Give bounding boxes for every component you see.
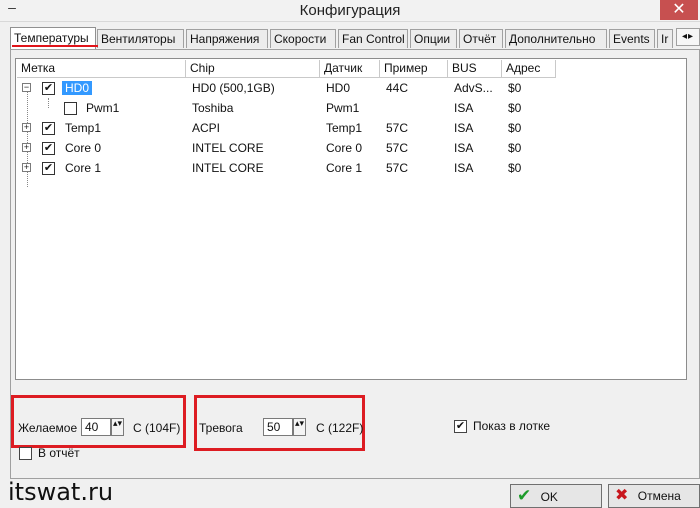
desired-unit: C (104F): [133, 421, 181, 435]
tab-strip: Температуры Вентиляторы Напряжения Скоро…: [10, 27, 700, 49]
tab-events[interactable]: Events: [609, 29, 655, 48]
row-checkbox[interactable]: [64, 102, 77, 115]
row-sensor: Core 1: [326, 161, 363, 175]
tab-options[interactable]: Опции: [410, 29, 457, 48]
row-chip: Toshiba: [192, 101, 234, 115]
row-bus: ISA: [454, 121, 474, 135]
column-header-chip[interactable]: Chip: [186, 60, 320, 78]
tree-connector-line: [48, 98, 49, 108]
row-bus: ISA: [454, 161, 474, 175]
alarm-unit: C (122F): [316, 421, 364, 435]
close-window-icon[interactable]: ✕: [660, 0, 698, 20]
tab-advanced[interactable]: Дополнительно: [505, 29, 607, 48]
cancel-x-icon: ✖: [615, 487, 629, 504]
alarm-label: Тревога: [199, 421, 243, 435]
row-checkbox[interactable]: ✔: [42, 122, 55, 135]
window-title: Конфигурация: [299, 2, 401, 19]
desired-spin-icon[interactable]: ▴▾: [111, 418, 124, 436]
row-address: $0: [508, 121, 522, 135]
tab-report[interactable]: Отчёт: [459, 29, 503, 48]
show-in-tray-checkbox[interactable]: ✔: [454, 420, 467, 433]
alarm-value-input[interactable]: 50: [263, 418, 293, 436]
row-sample: 57C: [386, 161, 409, 175]
title-bar: – Конфигурация ✕: [0, 0, 700, 22]
expand-icon[interactable]: +: [22, 143, 31, 152]
table-row[interactable]: Pwm1 Toshiba Pwm1 ISA $0: [16, 98, 616, 118]
column-header-sample[interactable]: Пример: [380, 60, 448, 78]
row-sensor: Temp1: [326, 121, 363, 135]
tab-voltages[interactable]: Напряжения: [186, 29, 268, 48]
row-checkbox[interactable]: ✔: [42, 162, 55, 175]
to-report-checkbox[interactable]: [19, 447, 32, 460]
row-checkbox[interactable]: ✔: [42, 142, 55, 155]
column-header-bus[interactable]: BUS: [448, 60, 502, 78]
desired-label: Желаемое: [18, 421, 78, 435]
expand-icon[interactable]: +: [22, 163, 31, 172]
row-chip: ACPI: [192, 121, 221, 135]
tab-ir[interactable]: Ir: [657, 29, 673, 48]
row-label: Core 0: [65, 141, 102, 155]
row-sample: 57C: [386, 121, 409, 135]
desired-value-input[interactable]: 40: [81, 418, 111, 436]
table-row[interactable]: + ✔ Core 0 INTEL CORE Core 0 57C ISA $0: [16, 138, 616, 158]
tab-scroll-arrows-icon[interactable]: ◂▸: [676, 28, 700, 46]
column-header-address[interactable]: Адрес: [502, 60, 556, 78]
row-chip: INTEL CORE: [192, 161, 264, 175]
row-address: $0: [508, 141, 522, 155]
watermark-text: itswat.ru: [8, 478, 114, 506]
checkmark-icon: ✔: [517, 486, 532, 505]
row-chip: HD0 (500,1GB): [192, 81, 275, 95]
tab-speeds[interactable]: Скорости: [270, 29, 336, 48]
ok-button-label: OK: [540, 490, 558, 504]
cancel-button[interactable]: ✖ Отмена: [608, 484, 700, 508]
show-in-tray-label: Показ в лотке: [473, 419, 550, 433]
row-sensor: HD0: [326, 81, 351, 95]
alarm-spin-icon[interactable]: ▴▾: [293, 418, 306, 436]
row-address: $0: [508, 101, 522, 115]
table-row[interactable]: − ✔ HD0 HD0 (500,1GB) HD0 44C AdvS... $0: [16, 78, 616, 98]
cancel-button-label: Отмена: [637, 489, 681, 503]
row-bus: AdvS...: [454, 81, 493, 95]
active-tab-underline: [12, 45, 98, 47]
sensor-list[interactable]: Метка Chip Датчик Пример BUS Адрес − ✔ H…: [15, 58, 687, 380]
table-row[interactable]: + ✔ Core 1 INTEL CORE Core 1 57C ISA $0: [16, 158, 616, 178]
table-row[interactable]: + ✔ Temp1 ACPI Temp1 57C ISA $0: [16, 118, 616, 138]
to-report-label: В отчёт: [38, 446, 80, 460]
row-label: HD0: [62, 78, 93, 98]
tab-fan-control[interactable]: Fan Control: [338, 29, 408, 48]
row-sample: 57C: [386, 141, 409, 155]
row-sensor: Pwm1: [326, 101, 360, 115]
row-label: Pwm1: [86, 101, 120, 115]
row-sensor: Core 0: [326, 141, 363, 155]
row-label: Core 1: [65, 161, 102, 175]
ok-button[interactable]: ✔ OK: [510, 484, 602, 508]
row-bus: ISA: [454, 101, 474, 115]
column-header-label[interactable]: Метка: [17, 60, 186, 78]
row-chip: INTEL CORE: [192, 141, 264, 155]
row-address: $0: [508, 81, 522, 95]
row-checkbox[interactable]: ✔: [42, 82, 55, 95]
row-label: Temp1: [65, 121, 102, 135]
column-header-sensor[interactable]: Датчик: [320, 60, 380, 78]
row-sample: 44C: [386, 81, 409, 95]
row-bus: ISA: [454, 141, 474, 155]
collapse-icon[interactable]: −: [22, 83, 31, 92]
expand-icon[interactable]: +: [22, 123, 31, 132]
tab-fans[interactable]: Вентиляторы: [97, 29, 184, 48]
row-address: $0: [508, 161, 522, 175]
